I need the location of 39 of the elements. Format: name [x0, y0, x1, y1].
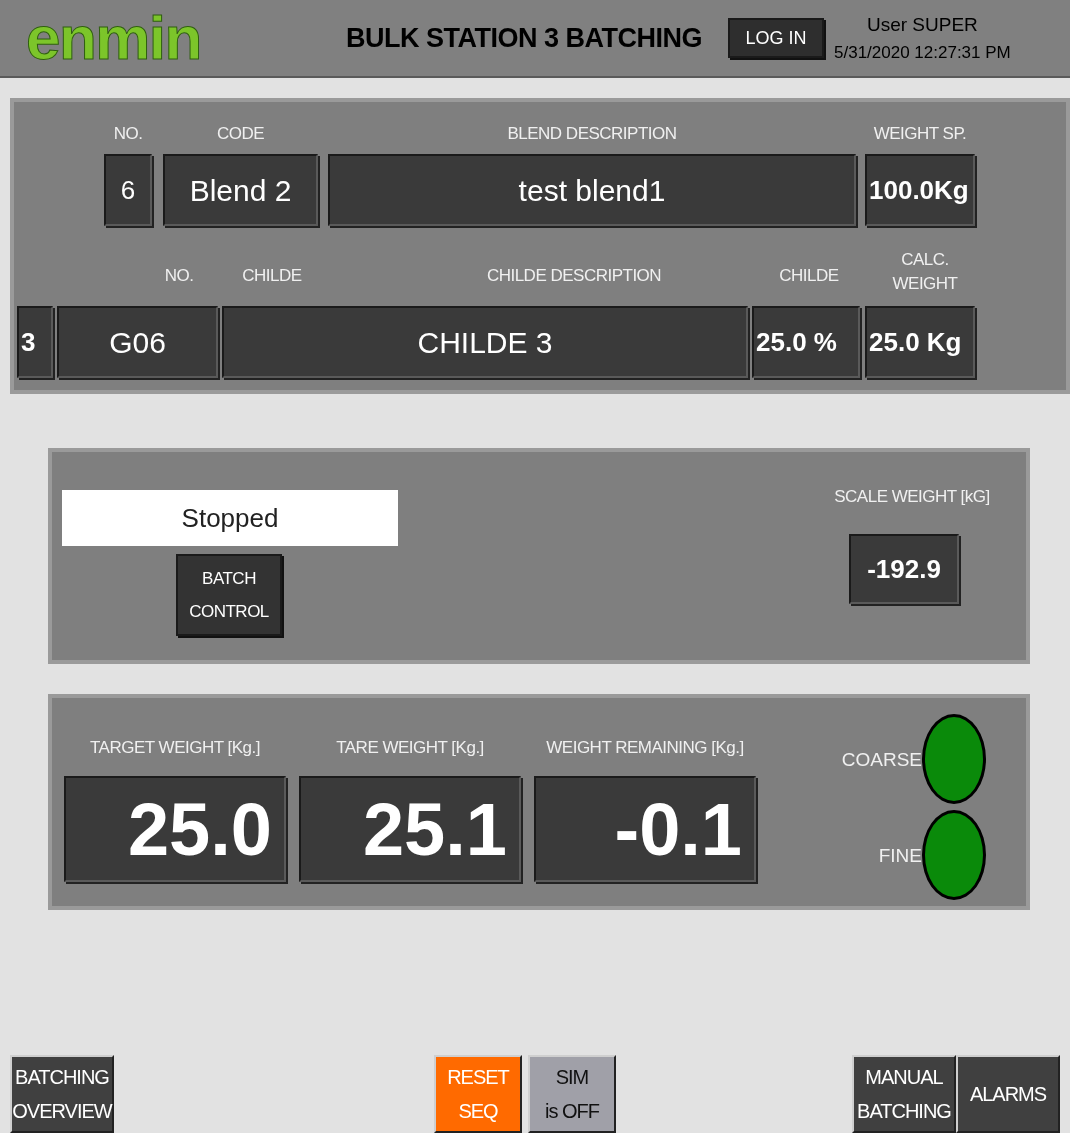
- login-button[interactable]: LOG IN: [728, 18, 824, 58]
- status-field: Stopped: [62, 490, 398, 546]
- footer-button[interactable]: BATCHING OVERVIEW: [10, 1055, 114, 1133]
- footer-button[interactable]: SIM is OFF: [528, 1055, 616, 1133]
- lamp-label: COARSE: [840, 748, 922, 772]
- childe-code-field: G06: [57, 306, 218, 378]
- scale-weight-field: -192.9: [849, 534, 959, 604]
- weight-label: TARE WEIGHT [Kg.]: [335, 737, 485, 759]
- user-label: User SUPER: [866, 13, 978, 37]
- column-label: BLEND DESCRIPTION: [506, 123, 678, 145]
- childe-percent-field: 25.0 %: [752, 306, 860, 378]
- batch-control-button[interactable]: BATCH CONTROL: [176, 554, 282, 636]
- footer-button[interactable]: MANUAL BATCHING: [852, 1055, 956, 1133]
- footer-button[interactable]: ALARMS: [956, 1055, 1060, 1133]
- column-label: NO.: [163, 265, 195, 287]
- column-label: CODE: [215, 123, 266, 145]
- weight-label: WEIGHT REMAINING [Kg.]: [545, 737, 745, 759]
- weight-label: TARGET WEIGHT [Kg.]: [89, 737, 261, 759]
- date-time: 5/31/2020 12:27:31 PM: [834, 41, 1011, 64]
- calc-weight-field: 25.0 Kg: [865, 306, 975, 378]
- column-label: CHILDE: [778, 265, 840, 287]
- page-title: BULK STATION 3 BATCHING: [346, 21, 703, 55]
- blend-description-field: test blend1: [328, 154, 856, 226]
- weight-value-field: 25.1: [299, 776, 521, 882]
- weight-setpoint-field: 100.0Kg: [865, 154, 975, 226]
- blend-code-field: Blend 2: [163, 154, 318, 226]
- scale-weight-label: SCALE WEIGHT [kG]: [833, 486, 991, 508]
- column-label: CHILDE DESCRIPTION: [485, 265, 663, 287]
- column-label: NO.: [112, 123, 144, 145]
- column-label: CHILDE: [241, 265, 303, 287]
- weight-value-field: -0.1: [534, 776, 756, 882]
- blend-number-field: 6: [104, 154, 152, 226]
- childe-description-field: CHILDE 3: [222, 306, 748, 378]
- weight-value-field: 25.0: [64, 776, 286, 882]
- childe-index-field: 3: [17, 306, 53, 378]
- column-label: CALC. WEIGHT: [891, 249, 959, 295]
- lamp-label: FINE: [877, 844, 922, 868]
- logo: enmin: [26, 7, 202, 69]
- column-label: WEIGHT SP.: [872, 123, 968, 145]
